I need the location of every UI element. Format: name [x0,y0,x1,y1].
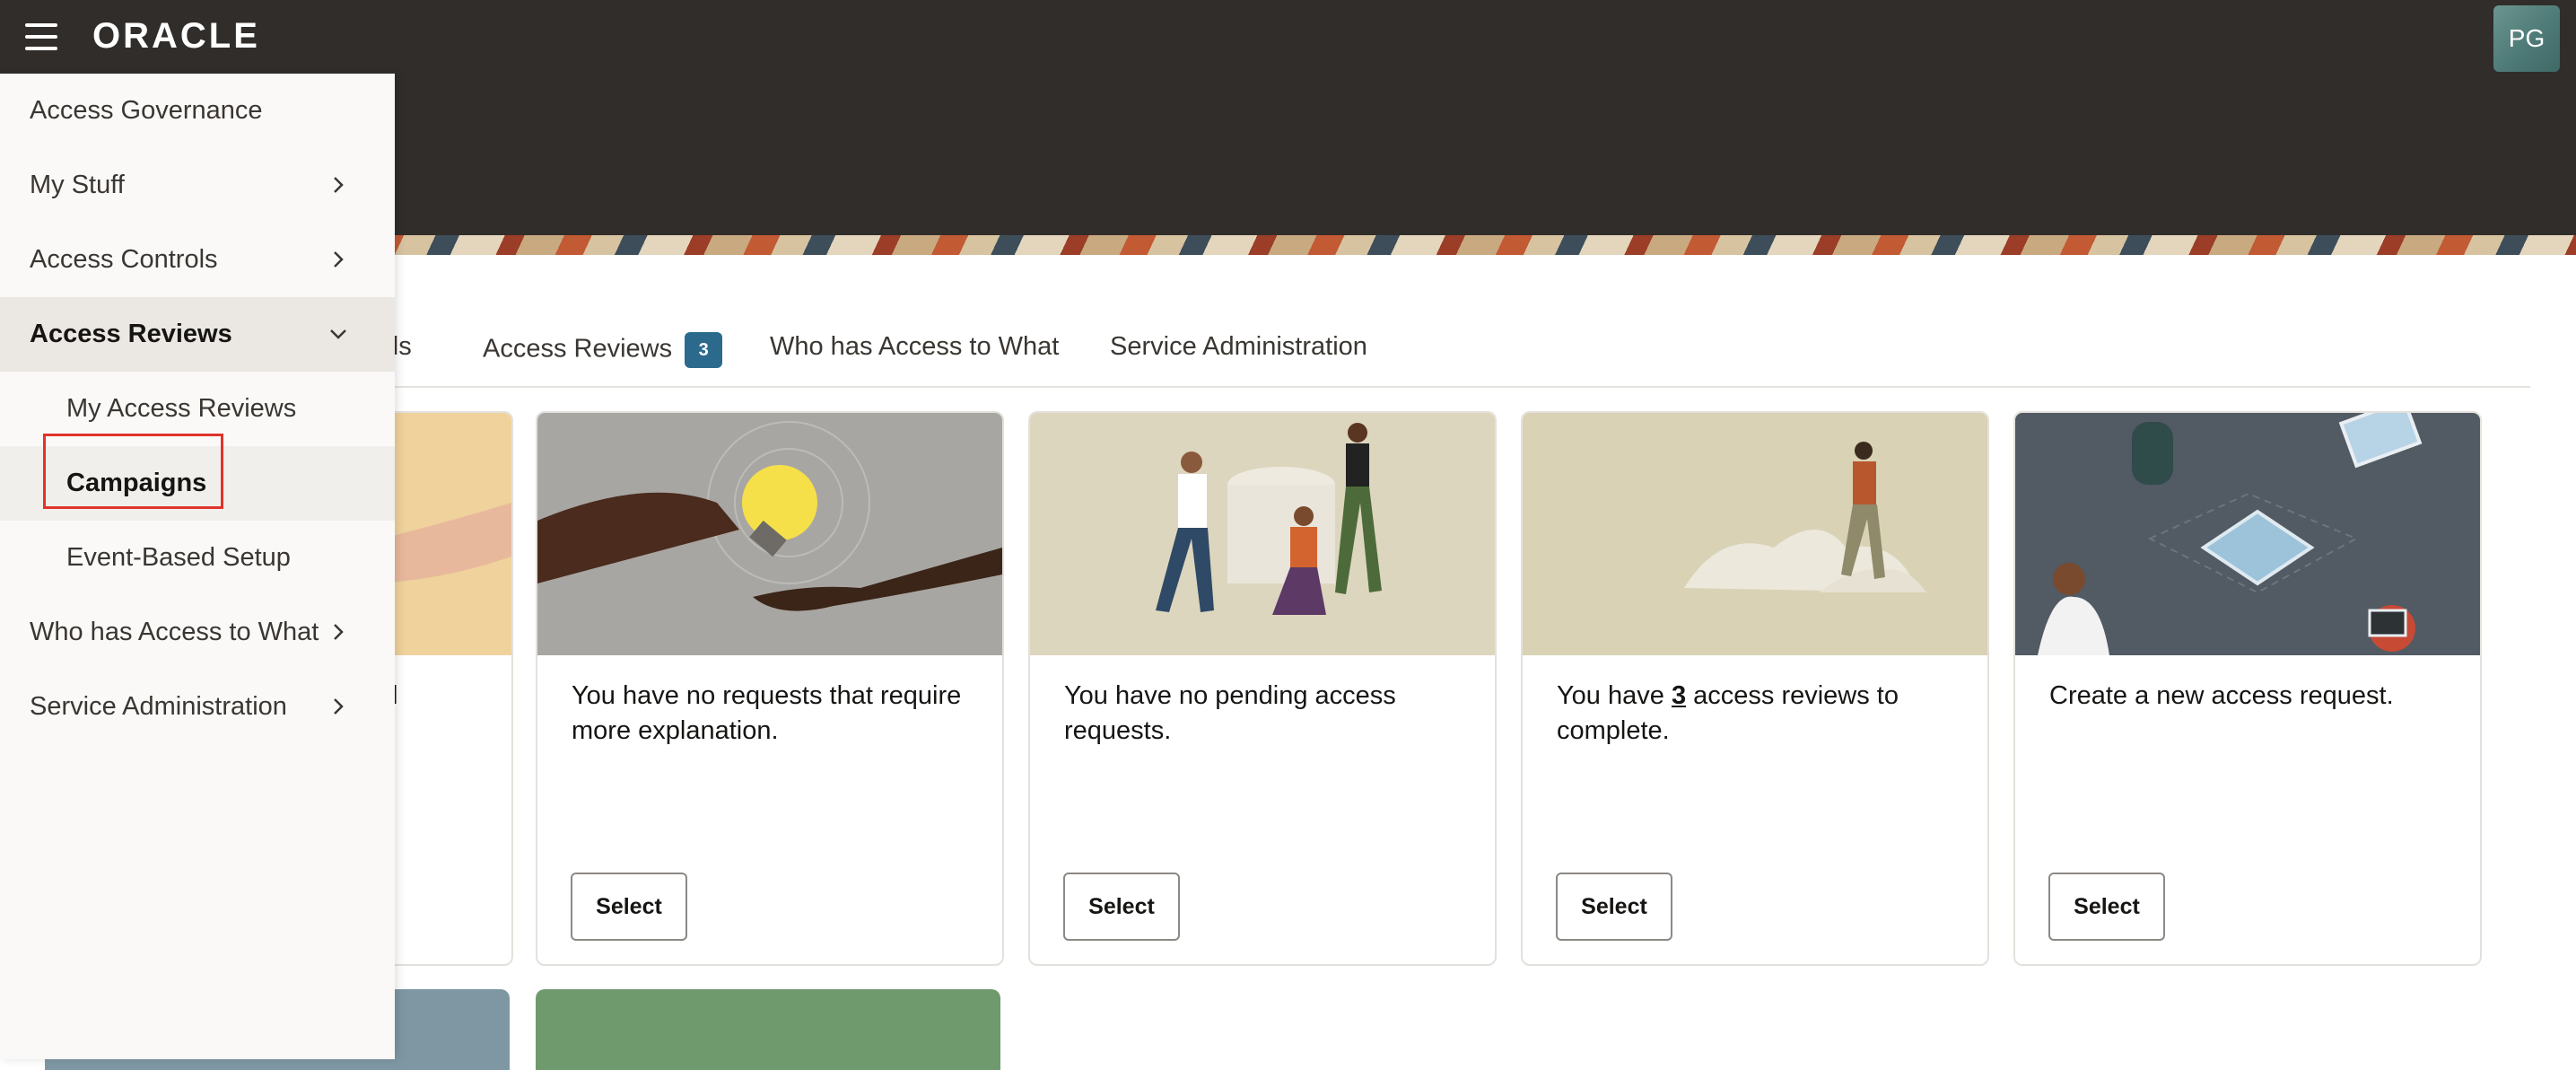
nav-item-label: Event-Based Setup [66,543,291,572]
text-part: You have [1557,681,1672,710]
nav-item-my-stuff[interactable]: My Stuff [0,148,395,223]
climber-illustration [1523,413,1987,655]
chevron-right-icon [334,177,344,193]
nav-item-label: My Stuff [30,171,125,199]
tab-label: Service Administration [1110,332,1367,361]
chevron-right-icon [334,698,344,715]
select-button[interactable]: Select [1063,873,1180,941]
top-bar: ORACLE PG [0,0,2576,74]
chevron-right-icon [334,251,344,268]
drawer-title[interactable]: Access Governance [0,74,395,148]
count-badge: 3 [685,332,723,368]
tab-label: Who has Access to What [770,332,1060,361]
nav-item-label: Who has Access to What [30,618,319,646]
select-button[interactable]: Select [1556,873,1672,941]
review-count: 3 [1671,681,1687,710]
card-row2 [536,989,1000,1070]
nav-item-event-based-setup[interactable]: Event-Based Setup [0,521,395,595]
nav-item-label: Service Administration [30,692,287,721]
navigation-drawer: Access Governance My Stuff Access Contro… [0,74,395,1059]
nav-item-label: Access Reviews [30,320,232,348]
lightbulb-illustration [537,413,1002,655]
card-explanation-requests: You have no requests that require more e… [536,411,1004,966]
nav-item-who-has-access[interactable]: Who has Access to What [0,595,395,670]
nav-item-access-controls[interactable]: Access Controls [0,223,395,297]
team-illustration [1030,413,1495,655]
tab-service-administration[interactable]: Service Administration [1110,332,1367,362]
tab-label: Access Reviews [483,334,673,364]
card-text: You have no requests that require more e… [572,681,962,745]
hamburger-menu-icon[interactable] [25,23,59,50]
select-button[interactable]: Select [2048,873,2165,941]
oracle-logo: ORACLE [92,16,260,56]
nav-item-access-reviews[interactable]: Access Reviews [0,297,395,372]
select-button[interactable]: Select [571,873,687,941]
card-pending-requests: You have no pending access requests. Sel… [1028,411,1497,966]
card-text: l [392,681,398,710]
nav-item-label: Access Controls [30,245,218,274]
chevron-down-icon [330,329,346,339]
card-new-request: Create a new access request. Select [2013,411,2482,966]
tab-access-reviews[interactable]: Access Reviews 3 [483,332,723,368]
card-access-reviews: You have 3 access reviews to complete. S… [1521,411,1989,966]
devices-illustration [2015,413,2480,655]
card-text: Create a new access request. [2049,681,2394,710]
user-avatar[interactable]: PG [2493,5,2560,72]
campaigns-highlight-box [43,434,223,509]
card-text: You have no pending access requests. [1064,681,1396,745]
card-text: You have 3 access reviews to complete. [1557,679,1960,749]
chevron-right-icon [334,624,344,640]
nav-item-service-administration[interactable]: Service Administration [0,670,395,744]
tab-who-has-access[interactable]: Who has Access to What [770,332,1059,362]
nav-item-label: My Access Reviews [66,394,297,423]
